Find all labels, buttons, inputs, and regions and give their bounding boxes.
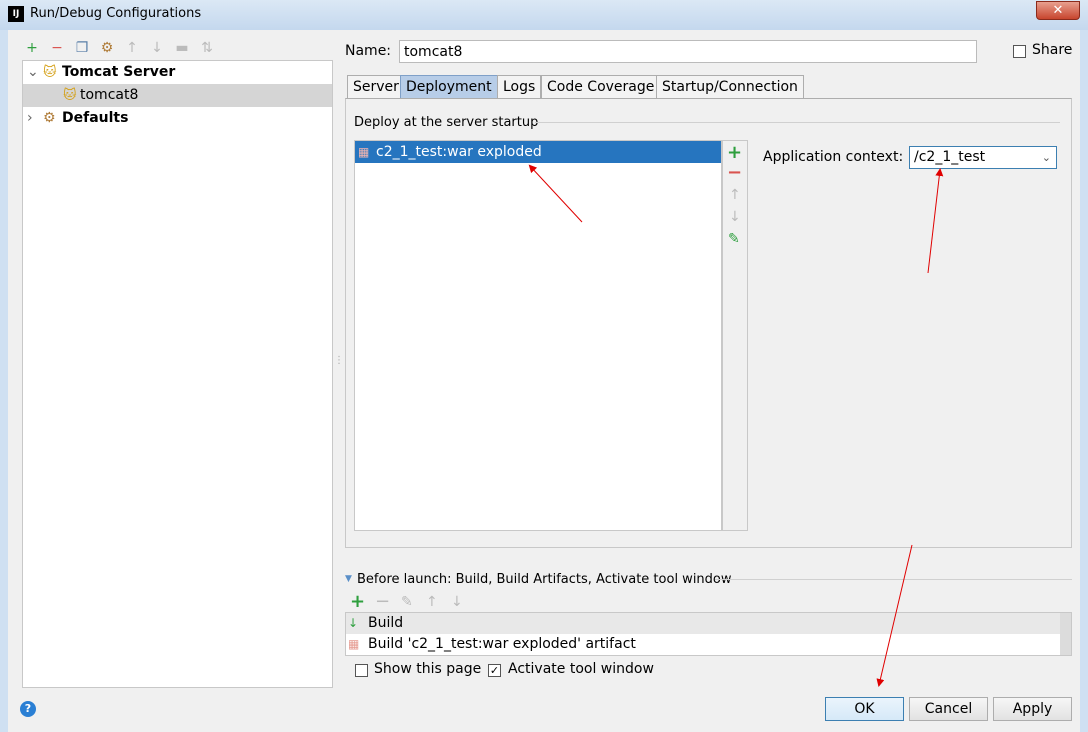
arrow-to-context xyxy=(927,168,944,274)
annotation-arrows xyxy=(528,164,944,687)
arrow-to-artifact xyxy=(528,164,583,223)
arrow-to-ok xyxy=(876,544,913,687)
